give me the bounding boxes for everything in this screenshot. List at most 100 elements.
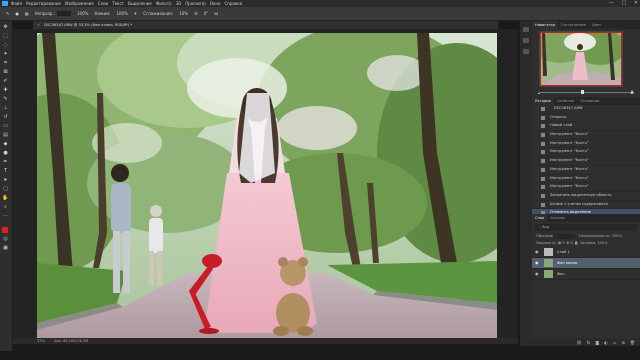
history-item[interactable]: Инструмент "Кисть"	[532, 157, 640, 166]
blend-mode-select[interactable]: Обычные	[536, 234, 553, 238]
layer-row-active[interactable]: ◉ Фон копия	[532, 258, 640, 269]
adjustment-icon[interactable]: ◐	[604, 340, 608, 345]
history-item[interactable]: Инструмент "Кисть"	[532, 175, 640, 184]
menu-type[interactable]: Текст	[112, 1, 124, 6]
fx-icon[interactable]: fx	[587, 340, 591, 345]
blur-tool-icon[interactable]: ◆	[2, 141, 9, 147]
lock-icons[interactable]: ▦ ✎ ✥ ⊡ 🔒	[558, 241, 579, 245]
history-item[interactable]: Открыть	[532, 114, 640, 123]
tab-close-icon[interactable]: ✕	[37, 23, 40, 27]
layers-filter-input[interactable]: ⌕ Вид	[535, 224, 637, 231]
panel-icon-3[interactable]	[523, 49, 529, 54]
add-mask-icon[interactable]: ◙	[595, 340, 599, 345]
menu-help[interactable]: Справка	[224, 1, 242, 6]
symmetry-icon[interactable]: ⋈	[214, 11, 218, 16]
document-tab[interactable]: ✕ DSC06347.ARW @ 33,3% (Фон копия, RGB/8…	[33, 21, 498, 29]
new-layer-icon[interactable]: ⊞	[622, 340, 625, 345]
history-item[interactable]: Инструмент "Кисть"	[532, 131, 640, 140]
dodge-tool-icon[interactable]: ●	[2, 150, 9, 156]
navigator-preview[interactable]	[539, 31, 623, 87]
history-item[interactable]: Инструмент "Кисть"	[532, 148, 640, 158]
zoom-slider-knob[interactable]	[580, 90, 584, 94]
path-select-tool-icon[interactable]: ➤	[2, 177, 9, 183]
history-brush-tool-icon[interactable]: ↺	[2, 114, 9, 120]
hand-tool-icon[interactable]: ✋	[2, 195, 9, 201]
pen-tool-icon[interactable]: ✒	[2, 159, 9, 165]
canvas-area[interactable]	[13, 29, 518, 344]
visibility-eye-icon[interactable]: ◉	[535, 247, 539, 257]
marquee-tool-icon[interactable]: ⬚	[2, 33, 9, 39]
group-icon[interactable]: ▭	[613, 340, 617, 345]
blend-mode-field[interactable]	[557, 233, 576, 239]
link-layers-icon[interactable]: ⛓	[577, 340, 582, 345]
trash-icon[interactable]: 🗑	[630, 340, 635, 345]
visibility-eye-icon[interactable]: ◉	[535, 269, 539, 279]
brush-tool-icon[interactable]: ✎	[6, 11, 9, 16]
layers-opacity-value[interactable]: 100%	[612, 234, 622, 238]
quick-mask-icon[interactable]: ◎	[2, 236, 9, 242]
clone-stamp-tool-icon[interactable]: ⊥	[2, 105, 9, 111]
eyedropper-tool-icon[interactable]: ✐	[2, 78, 9, 84]
history-item[interactable]: Заполнить выделенную область	[532, 192, 640, 201]
navigator-view-box[interactable]	[540, 32, 622, 86]
minimize-icon[interactable]: —	[609, 0, 614, 6]
shape-tool-icon[interactable]: ▢	[2, 186, 9, 192]
document-photo[interactable]	[37, 33, 497, 340]
lasso-tool-icon[interactable]: ◌	[2, 42, 9, 48]
menu-select[interactable]: Выделение	[128, 1, 152, 6]
quick-select-tool-icon[interactable]: ✦	[2, 51, 9, 57]
maximize-icon[interactable]: □	[621, 0, 626, 6]
brush-preset-icon[interactable]: ●	[15, 11, 19, 16]
opacity-value[interactable]: 100%	[77, 11, 88, 16]
history-snapshot[interactable]: DSC06347.ARW	[532, 105, 640, 114]
menu-edit[interactable]: Редактирование	[26, 1, 61, 6]
frame-tool-icon[interactable]: ⊠	[2, 69, 9, 75]
angle-value[interactable]: 0°	[204, 11, 209, 16]
type-tool-icon[interactable]: T	[2, 168, 9, 174]
smoothing-value[interactable]: 10%	[179, 11, 188, 16]
panel-icon-2[interactable]	[523, 38, 529, 43]
history-item[interactable]: Инструмент "Кисть"	[532, 140, 640, 149]
history-item[interactable]: Инструмент "Кисть"	[532, 166, 640, 175]
menu-file[interactable]: Файл	[11, 1, 22, 6]
menu-window[interactable]: Окно	[210, 1, 221, 6]
tab-history[interactable]: История	[532, 97, 554, 105]
eraser-tool-icon[interactable]: ▭	[2, 123, 9, 129]
tab-layers[interactable]: Слои	[532, 214, 548, 222]
tab-navigator[interactable]: Навигатор	[532, 21, 559, 29]
fill-value[interactable]: 100%	[597, 241, 607, 245]
visibility-eye-icon[interactable]: ◉	[535, 258, 539, 268]
tab-properties[interactable]: Свойства	[554, 97, 578, 105]
layer-row[interactable]: ◉ Слой 1	[532, 247, 640, 258]
layer-row[interactable]: ◉ Фон	[532, 269, 640, 280]
crop-tool-icon[interactable]: ⌗	[2, 60, 9, 66]
airbrush-icon[interactable]: ✈	[134, 11, 137, 16]
menu-image[interactable]: Изображение	[65, 1, 94, 6]
zoom-in-icon[interactable]: ▲	[630, 89, 634, 95]
zoom-readout[interactable]: 33%	[37, 339, 45, 343]
settings-gear-icon[interactable]: ⚙	[194, 11, 198, 16]
brush-tool-icon[interactable]: ✎	[2, 96, 9, 102]
menu-filter[interactable]: Фильтр	[156, 1, 172, 6]
opacity-field[interactable]	[57, 11, 71, 16]
close-icon[interactable]: ✕	[634, 0, 638, 6]
history-item[interactable]: Инструмент "Кисть"	[532, 183, 640, 192]
tab-histogram[interactable]: Гистограмма	[558, 21, 589, 29]
menu-view[interactable]: Просмотр	[185, 1, 206, 6]
history-item[interactable]: Новый слой	[532, 122, 640, 132]
menu-layers[interactable]: Слои	[98, 1, 108, 6]
gradient-tool-icon[interactable]: ▤	[2, 132, 9, 138]
tab-color[interactable]: Цвет	[589, 21, 604, 29]
tab-channels[interactable]: Каналы	[547, 214, 567, 222]
more-tools-icon[interactable]: ⋯	[2, 213, 9, 219]
menu-3d[interactable]: 3D	[176, 1, 182, 6]
flow-value[interactable]: 100%	[116, 11, 127, 16]
screen-mode-icon[interactable]: ▣	[2, 245, 9, 251]
zoom-tool-icon[interactable]: ⌕	[2, 204, 9, 210]
healing-brush-tool-icon[interactable]: ✚	[2, 87, 9, 93]
panel-icon-1[interactable]	[523, 27, 529, 32]
tab-actions[interactable]: Операции	[577, 97, 602, 105]
history-item[interactable]: Штамп с учетом содержимого	[532, 201, 640, 210]
foreground-color-swatch[interactable]	[2, 227, 8, 233]
navigator-zoom-slider[interactable]	[540, 90, 631, 94]
